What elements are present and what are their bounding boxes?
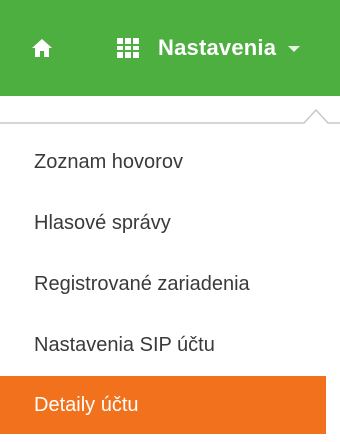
settings-dropdown: Zoznam hovorov Hlasové správy Registrova… [0, 96, 340, 442]
grid-icon [117, 38, 139, 58]
menu-item-registered-devices[interactable]: Registrované zariadenia [0, 254, 340, 315]
menu-item-account-details[interactable]: Detaily účtu [0, 376, 326, 434]
home-button[interactable] [0, 18, 84, 78]
home-icon [32, 39, 52, 57]
menu-item-sip-settings[interactable]: Nastavenia SIP účtu [0, 315, 340, 376]
menu-item-call-list[interactable]: Zoznam hovorov [0, 132, 340, 193]
dropdown-menu-list: Zoznam hovorov Hlasové správy Registrova… [0, 132, 340, 434]
dropdown-pointer [0, 108, 340, 124]
menu-item-voicemail[interactable]: Hlasové správy [0, 193, 340, 254]
caret-down-icon [288, 46, 301, 52]
settings-menu-toggle[interactable]: Nastavenia [116, 18, 301, 78]
settings-menu-label: Nastavenia [158, 35, 277, 60]
top-navbar: Nastavenia [0, 0, 340, 96]
